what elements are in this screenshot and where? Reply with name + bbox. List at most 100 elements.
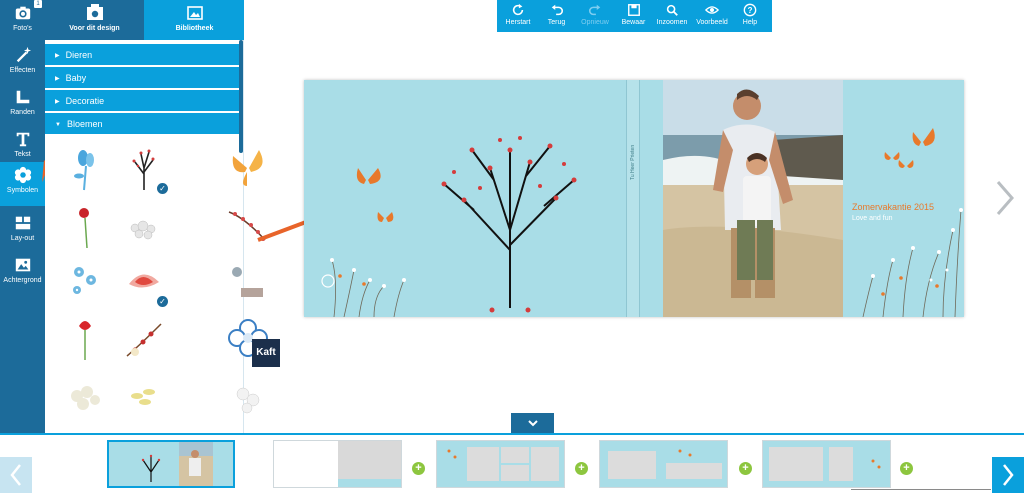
- cover-subtitle[interactable]: Love and fun: [852, 215, 892, 222]
- rail-layout[interactable]: Lay-out: [0, 210, 45, 252]
- text-icon: [16, 132, 29, 147]
- save-button[interactable]: Bewaar: [616, 0, 651, 32]
- thumbnail-page-2-preview: [437, 441, 564, 487]
- expand-arrow-icon: ▶: [55, 98, 60, 105]
- thumbnail-page-4[interactable]: [762, 440, 891, 488]
- zoom-button[interactable]: Inzoomen: [653, 0, 691, 32]
- magic-wand-icon: [16, 46, 31, 63]
- expand-arrow-icon: ▶: [55, 75, 60, 82]
- undo-button[interactable]: Terug: [539, 0, 574, 32]
- chevron-left-icon: [10, 464, 21, 486]
- rail-photos[interactable]: 1 Foto's: [0, 0, 45, 42]
- category-baby-label: Baby: [65, 73, 87, 83]
- symbol-tree[interactable]: [121, 146, 167, 192]
- category-flowers-label: Bloemen: [66, 119, 103, 129]
- symbol-blue-flower[interactable]: [63, 146, 109, 192]
- category-animals[interactable]: ▶ Dieren: [45, 44, 241, 66]
- rail-text-label: Tekst: [14, 151, 31, 158]
- eye-icon: [705, 6, 719, 14]
- panel-scrollbar[interactable]: [239, 40, 243, 153]
- layout-icon: [15, 216, 30, 230]
- rail-layout-label: Lay-out: [10, 235, 35, 242]
- rail-effects[interactable]: Effecten: [0, 42, 45, 84]
- cover-front-artwork[interactable]: [843, 80, 964, 317]
- category-decoration[interactable]: ▶ Decoratie: [45, 90, 241, 112]
- rail-photos-label: Foto's: [13, 25, 32, 32]
- collapse-strip-button[interactable]: [511, 413, 554, 433]
- collapse-arrow-icon: ▼: [55, 121, 61, 128]
- expand-arrow-icon: ▶: [55, 52, 60, 59]
- zoom-label: Inzoomen: [656, 19, 688, 26]
- category-decoration-label: Decoratie: [65, 96, 105, 106]
- left-rail: 1 Foto's Effecten Randen Tekst Symbolen …: [0, 0, 45, 435]
- thumbnail-cover[interactable]: [107, 440, 235, 488]
- restart-label: Herstart: [505, 19, 531, 26]
- tab-library[interactable]: Bibliotheek: [145, 0, 244, 40]
- symbol-white-flowers[interactable]: [225, 374, 271, 420]
- help-icon: ?: [743, 3, 757, 17]
- tab-library-label: Bibliotheek: [175, 25, 214, 32]
- strip-prev-button[interactable]: [0, 457, 32, 493]
- tab-for-this-design[interactable]: Voor dit design: [45, 0, 144, 40]
- page-label: Kaft: [252, 339, 280, 367]
- panel-tabs: Voor dit design Bibliotheek: [45, 0, 244, 40]
- svg-text:?: ?: [748, 6, 753, 15]
- symbol-white-bouquet[interactable]: [121, 204, 167, 250]
- rail-borders[interactable]: Randen: [0, 84, 45, 126]
- thumbnail-page-4-preview: [763, 441, 890, 487]
- preview-button[interactable]: Voorbeeld: [693, 0, 731, 32]
- thumbnail-page-2[interactable]: [436, 440, 565, 488]
- preview-label: Voorbeeld: [696, 19, 728, 26]
- tab-for-this-design-label: Voor dit design: [69, 25, 120, 32]
- redo-button[interactable]: Opnieuw: [576, 0, 614, 32]
- category-baby[interactable]: ▶ Baby: [45, 67, 241, 89]
- symbol-orange-butterfly[interactable]: [225, 146, 271, 192]
- help-button[interactable]: ? Help: [733, 0, 767, 32]
- rail-symbols-label: Symbolen: [6, 187, 39, 194]
- rail-background-label: Achtergrond: [3, 277, 42, 284]
- add-page-button[interactable]: +: [575, 462, 588, 475]
- category-animals-label: Dieren: [65, 50, 93, 60]
- symbol-white-bouquet-2[interactable]: [63, 374, 109, 420]
- add-page-button[interactable]: +: [739, 462, 752, 475]
- symbol-red-lily[interactable]: [121, 258, 167, 304]
- cover-title[interactable]: Zomervakantie 2015: [852, 202, 934, 212]
- library-icon: [186, 6, 203, 20]
- chevron-right-icon: [1003, 464, 1014, 486]
- symbol-blue-blossoms[interactable]: [63, 258, 109, 304]
- top-toolbar: Herstart Terug Opnieuw Bewaar Inzoomen V…: [497, 0, 772, 32]
- album-cover-canvas[interactable]: Tu Heer Prieten Zomervakantie 2015 Love …: [304, 80, 964, 317]
- add-page-button[interactable]: +: [412, 462, 425, 475]
- photos-count-badge: 1: [34, 0, 42, 8]
- flower-icon: [14, 166, 31, 184]
- symbol-cherry-branch[interactable]: [121, 316, 167, 362]
- image-icon: [15, 258, 30, 272]
- symbols-panel: Voor dit design Bibliotheek ▶ Dieren ▶ Bab…: [45, 0, 268, 435]
- rail-borders-label: Randen: [10, 109, 35, 116]
- cover-spine[interactable]: [626, 80, 640, 317]
- cover-back-artwork[interactable]: [304, 80, 626, 317]
- cover-photo[interactable]: [663, 80, 843, 317]
- rail-background[interactable]: Achtergrond: [0, 252, 45, 294]
- strip-next-button[interactable]: [992, 457, 1024, 493]
- next-page-chevron-icon[interactable]: [990, 178, 1018, 218]
- camera-icon: [15, 6, 30, 20]
- category-flowers[interactable]: ▼ Bloemen: [45, 113, 241, 135]
- save-label: Bewaar: [621, 19, 646, 26]
- thumbnail-page-3[interactable]: [599, 440, 728, 488]
- save-icon: [627, 4, 640, 16]
- refresh-icon: [512, 3, 524, 16]
- rail-symbols[interactable]: Symbolen: [0, 162, 45, 206]
- rail-effects-label: Effecten: [9, 67, 36, 74]
- symbol-red-rose[interactable]: [63, 204, 109, 250]
- border-icon: [16, 90, 29, 104]
- symbol-yellow-leaves[interactable]: [121, 374, 167, 420]
- design-icon: [86, 4, 103, 20]
- add-page-button[interactable]: +: [900, 462, 913, 475]
- restart-button[interactable]: Herstart: [499, 0, 537, 32]
- thumbnail-page-1[interactable]: [273, 440, 402, 488]
- thumbnail-cover-preview: [109, 442, 233, 486]
- redo-label: Opnieuw: [581, 19, 609, 26]
- symbol-red-flower-stem[interactable]: [63, 316, 109, 362]
- symbol-photo-corner[interactable]: [225, 258, 271, 304]
